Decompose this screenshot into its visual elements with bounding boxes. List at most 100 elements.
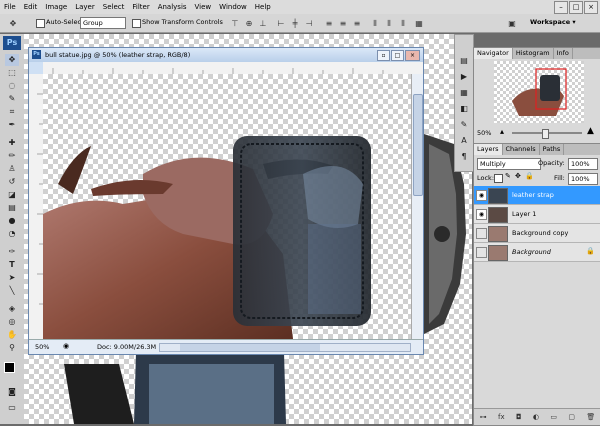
distribute-right-icon[interactable]: ⦀ [396,17,410,31]
brushes-panel-icon[interactable]: ✎ [457,119,471,131]
eyedropper-tool-icon[interactable]: ✒ [5,119,19,131]
layer-row-background-copy[interactable]: Background copy [474,224,600,243]
3d-rotate-tool-icon[interactable]: ◈ [5,303,19,315]
quick-select-tool-icon[interactable]: ✎ [5,93,19,105]
align-middle-icon[interactable]: ⊕ [242,17,256,31]
align-right-icon[interactable]: ⊣ [302,17,316,31]
layer-row-layer-1[interactable]: ◉ Layer 1 [474,205,600,224]
layer-row-background[interactable]: Background 🔒 [474,243,600,262]
menu-filter[interactable]: Filter [128,0,153,14]
vertical-scrollbar[interactable] [411,74,423,339]
distribute-middle-icon[interactable]: ≡ [336,17,350,31]
move-tool-preset-icon[interactable]: ✥ [6,17,20,31]
scroll-thumb[interactable] [413,94,423,196]
menu-help[interactable]: Help [251,0,275,14]
auto-align-icon[interactable]: ▦ [412,17,426,31]
lock-transparency-icon[interactable] [494,174,503,183]
layer-row-leather-strap[interactable]: ◉ leather strap [474,186,600,205]
doc-maximize-button[interactable]: □ [391,50,404,61]
close-button[interactable]: × [584,1,598,14]
eraser-tool-icon[interactable]: ◪ [5,189,19,201]
navigator-zoom-value[interactable]: 50% [477,129,491,137]
auto-select-dropdown[interactable]: Group [80,17,126,29]
status-menu-arrow-icon[interactable]: ◉ [63,342,69,350]
new-layer-icon[interactable]: ▢ [568,413,575,421]
horizontal-scrollbar[interactable] [159,343,411,352]
trash-icon[interactable]: 🗑 [586,413,595,421]
visibility-toggle[interactable] [476,247,487,258]
tab-layers[interactable]: Layers [474,144,503,155]
distribute-left-icon[interactable]: ⦀ [368,17,382,31]
zoom-tool-icon[interactable]: ⚲ [5,342,19,354]
menu-edit[interactable]: Edit [20,0,42,14]
tab-info[interactable]: Info [554,48,573,59]
align-center-icon[interactable]: ╪ [288,17,302,31]
menu-analysis[interactable]: Analysis [154,0,191,14]
gradient-tool-icon[interactable]: ▤ [5,202,19,214]
history-brush-tool-icon[interactable]: ↺ [5,176,19,188]
clone-stamp-tool-icon[interactable]: ♙ [5,163,19,175]
visibility-toggle[interactable] [476,228,487,239]
add-mask-icon[interactable]: ◘ [516,413,522,421]
tab-paths[interactable]: Paths [540,144,565,155]
path-selection-tool-icon[interactable]: ➤ [5,272,19,284]
brush-tool-icon[interactable]: ✏ [5,150,19,162]
navigator-zoom-slider-handle[interactable] [542,129,549,139]
menu-layer[interactable]: Layer [71,0,99,14]
navigator-zoom-slider[interactable] [512,129,582,139]
workspace-icon[interactable]: ▣ [505,17,519,31]
quick-mask-icon[interactable]: ◙ [5,386,19,398]
align-top-icon[interactable]: ⊤ [228,17,242,31]
visibility-eye-icon[interactable]: ◉ [476,190,487,201]
screen-mode-icon[interactable]: ▭ [5,402,19,414]
pen-tool-icon[interactable]: ✑ [5,246,19,258]
navigator-thumbnail[interactable] [494,61,584,123]
visibility-eye-icon[interactable]: ◉ [476,209,487,220]
horizontal-scroll-thumb[interactable] [180,344,320,351]
styles-panel-icon[interactable]: ◧ [457,103,471,115]
move-tool-icon[interactable]: ✥ [5,54,19,66]
foreground-color-swatch[interactable] [4,362,15,373]
adjustment-layer-icon[interactable]: ◐ [533,413,539,421]
fx-icon[interactable]: fx [498,413,505,421]
healing-brush-tool-icon[interactable]: ✚ [5,137,19,149]
zoom-out-icon[interactable]: ▴ [500,127,504,136]
character-panel-icon[interactable]: A [457,135,471,147]
new-group-folder-icon[interactable]: ▭ [550,413,557,421]
tab-histogram[interactable]: Histogram [513,48,554,59]
zoom-level[interactable]: 50% [35,343,49,351]
auto-select-checkbox[interactable] [36,19,45,28]
marquee-tool-icon[interactable]: ⬚ [5,67,19,79]
fill-input[interactable]: 100% [568,173,598,185]
lock-position-icon[interactable]: ✥ [515,172,521,180]
tab-navigator[interactable]: Navigator [474,48,513,59]
align-left-icon[interactable]: ⊢ [274,17,288,31]
distribute-center-icon[interactable]: ⦀ [382,17,396,31]
menu-file[interactable]: File [0,0,20,14]
distribute-bottom-icon[interactable]: ≡ [350,17,364,31]
opacity-input[interactable]: 100% [568,158,598,170]
minimize-button[interactable]: – [554,1,568,14]
swatches-panel-icon[interactable]: ▦ [457,87,471,99]
dodge-tool-icon[interactable]: ◔ [5,228,19,240]
align-bottom-icon[interactable]: ⊥ [256,17,270,31]
paragraph-panel-icon[interactable]: ¶ [457,151,471,163]
menu-view[interactable]: View [191,0,216,14]
shape-tool-icon[interactable]: ╲ [5,285,19,297]
document-title-bar[interactable]: Ps bull statue.jpg @ 50% (leather strap,… [29,48,423,62]
doc-close-button[interactable]: × [405,50,420,61]
menu-select[interactable]: Select [99,0,129,14]
blur-tool-icon[interactable]: ● [5,215,19,227]
link-layers-icon[interactable]: ⊶ [480,413,487,421]
crop-tool-icon[interactable]: ⌗ [5,106,19,118]
zoom-in-icon[interactable]: ▲ [587,126,594,136]
document-canvas[interactable] [43,74,411,339]
blend-mode-dropdown[interactable]: Multiply [477,158,541,170]
maximize-button[interactable]: □ [569,1,583,14]
distribute-top-icon[interactable]: ≡ [322,17,336,31]
workspace-menu[interactable]: Workspace ▾ [530,18,576,26]
show-transform-checkbox[interactable] [132,19,141,28]
hand-tool-icon[interactable]: ✋ [5,329,19,341]
lock-pixels-icon[interactable]: ✎ [505,172,511,180]
lock-all-icon[interactable]: 🔒 [525,172,534,180]
